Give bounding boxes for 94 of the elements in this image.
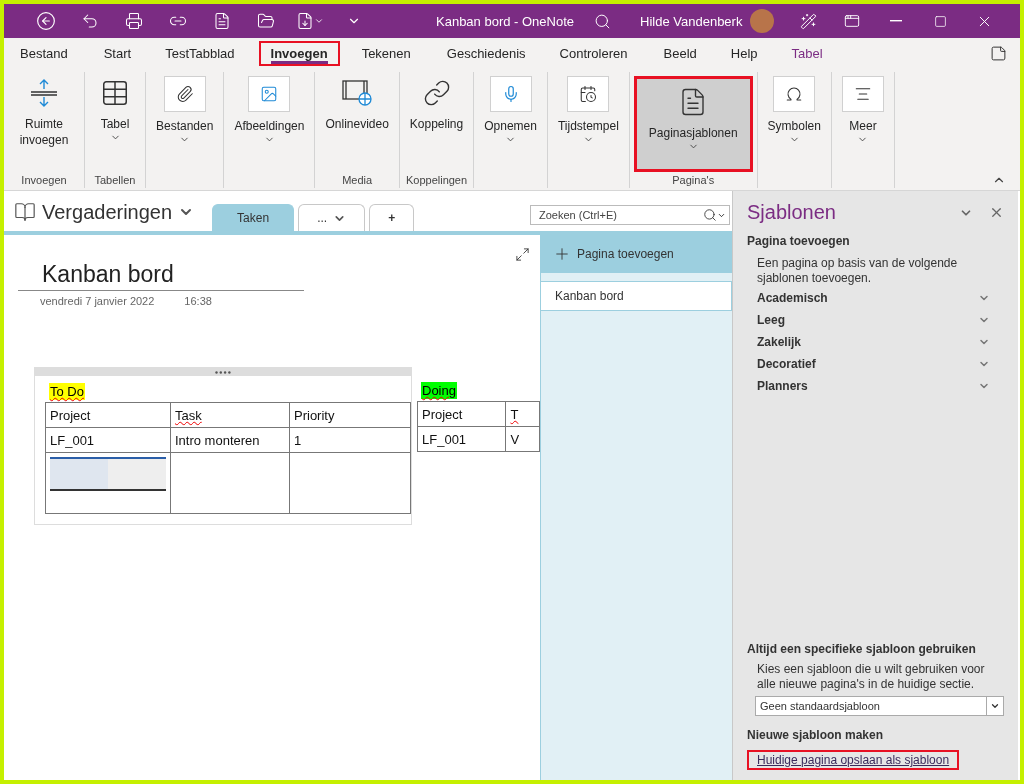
- notebook-selector[interactable]: Vergaderingen: [14, 193, 195, 231]
- template-category[interactable]: Zakelijk: [747, 330, 1004, 352]
- column-header: Priority: [289, 402, 411, 428]
- description: Een pagina op basis van de volgende sjablonen toevoegen.: [756, 256, 959, 286]
- undo-icon: [81, 12, 99, 30]
- template-category[interactable]: Decoratief: [747, 352, 1004, 374]
- ribbon-button[interactable]: Bestanden: [150, 72, 220, 172]
- page-title: Kanban bord: [18, 261, 304, 291]
- ribbon-button[interactable]: Ruimte invoegen: [8, 72, 80, 172]
- close-icon[interactable]: [989, 205, 1004, 220]
- drag-handle[interactable]: [35, 368, 411, 376]
- search-icon: [703, 208, 717, 222]
- folder-icon: [257, 12, 275, 30]
- ribbon-button[interactable]: Tijdstempel: [551, 72, 625, 172]
- page-date: vendredi 7 janvier 2022: [40, 295, 155, 307]
- user-name: Hilde Vandenberk: [640, 13, 743, 29]
- notebook-icon: [14, 201, 36, 223]
- page-time: 16:38: [184, 295, 212, 307]
- wand-icon: [799, 12, 817, 30]
- section-heading: Altijd een specifieke sjabloon gebruiken: [747, 642, 977, 656]
- table-icon: [100, 78, 130, 108]
- pane-title: Sjablonen: [747, 201, 837, 224]
- column-header: Task: [170, 402, 290, 428]
- plus-icon: [553, 245, 571, 263]
- avatar: [750, 9, 775, 33]
- picture-icon: [260, 85, 279, 103]
- printer-icon: [125, 12, 143, 30]
- ribbon-button[interactable]: Paginasjablonen: [633, 76, 753, 172]
- menu-tab[interactable]: Bestand: [10, 42, 78, 64]
- menu-tab[interactable]: Invoegen: [260, 42, 338, 64]
- add-page-button[interactable]: Pagina toevoegen: [541, 235, 732, 273]
- group-label: Invoegen: [21, 173, 67, 188]
- ribbon-button[interactable]: Tabel: [89, 72, 141, 172]
- expand-icon[interactable]: [515, 247, 530, 262]
- lines-icon: [853, 85, 872, 103]
- window-icon: [844, 13, 861, 29]
- window-title: Kanban bord - OneNote: [436, 13, 575, 29]
- menu-tab[interactable]: Geschiedenis: [436, 42, 536, 64]
- file-download-icon: [296, 12, 314, 30]
- document-icon: [213, 12, 231, 30]
- paperclip-icon: [175, 85, 194, 103]
- caret-icon: [314, 16, 324, 26]
- table-cell: V: [505, 426, 540, 452]
- ribbon-button[interactable]: Afbeeldingen: [228, 72, 311, 172]
- calendar-clock-icon: [579, 85, 598, 103]
- note-icon: [989, 44, 1007, 62]
- omega-icon: [785, 85, 804, 103]
- ribbon-button[interactable]: Symbolen: [761, 72, 827, 172]
- menu-tab[interactable]: Controleren: [549, 42, 638, 64]
- table-cell: LF_001: [417, 426, 506, 452]
- page-item[interactable]: Kanban bord: [541, 281, 732, 311]
- group-label: Tabellen: [94, 173, 136, 188]
- menu-tab[interactable]: Beeld: [653, 42, 707, 64]
- menu-tab[interactable]: TestTabblad: [155, 42, 245, 64]
- dots-icon: [215, 370, 231, 374]
- section-tab[interactable]: +: [369, 204, 415, 231]
- column-header: Project: [45, 402, 171, 428]
- menu-tab[interactable]: Tekenen: [351, 42, 421, 64]
- maximize-icon: [933, 14, 947, 28]
- space-icon: [29, 78, 59, 108]
- table-cell: 1: [289, 427, 411, 453]
- search-icon: [593, 12, 611, 30]
- ribbon-button[interactable]: Opnemen: [478, 72, 543, 172]
- table-cell: Intro monteren: [170, 427, 290, 453]
- group-label: Media: [342, 173, 373, 188]
- caret-icon: [990, 701, 1000, 711]
- menu-tab[interactable]: Help: [720, 42, 768, 64]
- section-heading: Nieuwe sjabloon maken: [747, 728, 885, 742]
- list-heading: To Do: [49, 383, 85, 400]
- film-globe-icon: [341, 78, 374, 108]
- column-header: T: [505, 401, 540, 427]
- save-template-link[interactable]: Huidige pagina opslaan als sjabloon: [747, 750, 960, 770]
- ribbon-button[interactable]: Onlinevideo: [319, 72, 395, 172]
- template-category[interactable]: Planners: [747, 374, 1004, 396]
- description: Kies een sjabloon die u wilt gebruiken voor alle nieuwe pagina's in de huidige sectie.: [756, 662, 986, 692]
- menu-tab[interactable]: Tabel: [781, 42, 833, 64]
- column-header: Project: [417, 401, 506, 427]
- group-label: Koppelingen: [405, 173, 468, 188]
- link-icon: [422, 79, 451, 107]
- list-heading: Doing: [421, 382, 457, 399]
- section-heading: Pagina toevoegen: [747, 234, 851, 248]
- section-tab[interactable]: ...: [298, 204, 366, 231]
- search-field[interactable]: Zoeken (Ctrl+E): [530, 205, 730, 225]
- menu-tab[interactable]: Start: [93, 42, 142, 64]
- group-label: Pagina's: [672, 173, 715, 188]
- template-dropdown[interactable]: Geen standaardsjabloon: [755, 696, 1004, 716]
- ribbon-button[interactable]: Koppeling: [403, 72, 470, 172]
- ribbon-button[interactable]: Meer: [835, 72, 890, 172]
- template-category[interactable]: Leeg: [747, 308, 1004, 330]
- back-icon: [36, 11, 56, 31]
- section-tab[interactable]: Taken: [212, 204, 295, 231]
- template-category[interactable]: Academisch: [747, 286, 1004, 308]
- minimize-icon: [890, 20, 903, 22]
- table-cell: LF_001: [45, 427, 171, 453]
